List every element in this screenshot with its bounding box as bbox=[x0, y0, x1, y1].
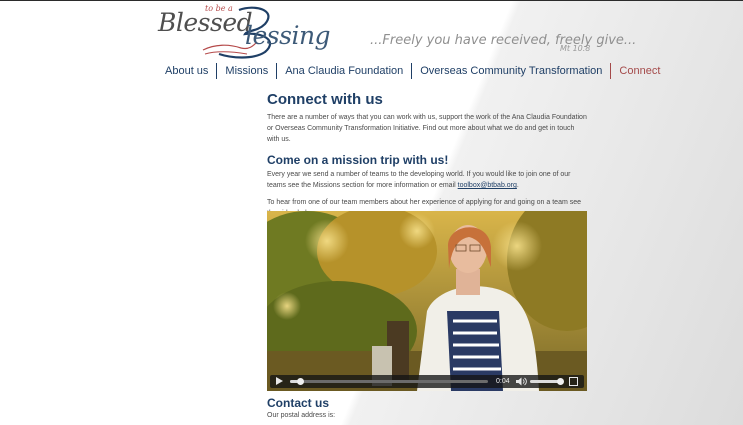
video-frame bbox=[267, 211, 587, 391]
top-border bbox=[0, 0, 743, 1]
nav-item-about-us[interactable]: About us bbox=[157, 63, 216, 79]
site-tagline: ...Freely you have received, freely give… bbox=[370, 33, 637, 48]
nav-item-missions[interactable]: Missions bbox=[216, 63, 276, 79]
main-nav: About us Missions Ana Claudia Foundation… bbox=[157, 62, 668, 80]
nav-item-ana-claudia-foundation[interactable]: Ana Claudia Foundation bbox=[276, 63, 411, 79]
volume-handle[interactable] bbox=[556, 378, 564, 385]
logo-text-blessing: lessing bbox=[245, 21, 331, 50]
nav-item-connect[interactable]: Connect bbox=[610, 63, 668, 79]
postal-label: Our postal address is: bbox=[267, 412, 336, 419]
mission-text-end: . bbox=[516, 182, 519, 189]
mission-heading: Come on a mission trip with us! bbox=[267, 153, 449, 167]
video-progress-track[interactable] bbox=[290, 380, 488, 383]
intro-paragraph: There are a number of ways that you can … bbox=[267, 114, 587, 143]
logo-text-small: to be a bbox=[205, 4, 233, 13]
mission-paragraph: Every year we send a number of teams to … bbox=[267, 169, 587, 191]
video-controls: 0:04 bbox=[270, 375, 584, 388]
contact-heading: Contact us bbox=[267, 396, 330, 410]
video-time: 0:04 bbox=[496, 378, 510, 385]
fullscreen-icon[interactable] bbox=[569, 377, 578, 386]
email-link[interactable]: toolbox@btbab.org bbox=[458, 182, 517, 189]
volume-icon[interactable] bbox=[516, 377, 527, 386]
volume-fill bbox=[530, 380, 560, 383]
play-icon[interactable] bbox=[276, 377, 283, 385]
video-player[interactable] bbox=[267, 211, 587, 391]
mission-text: Every year we send a number of teams to … bbox=[267, 171, 571, 189]
site-logo[interactable]: Blessed to be a lessing bbox=[155, 2, 355, 62]
page-title: Connect with us bbox=[267, 91, 383, 108]
nav-item-overseas-community-transformation[interactable]: Overseas Community Transformation bbox=[411, 63, 610, 79]
main-content: Connect with us There are a number of wa… bbox=[267, 90, 587, 219]
video-scrub-handle[interactable] bbox=[296, 378, 304, 385]
tagline-reference: Mt 10.8 bbox=[560, 44, 591, 53]
